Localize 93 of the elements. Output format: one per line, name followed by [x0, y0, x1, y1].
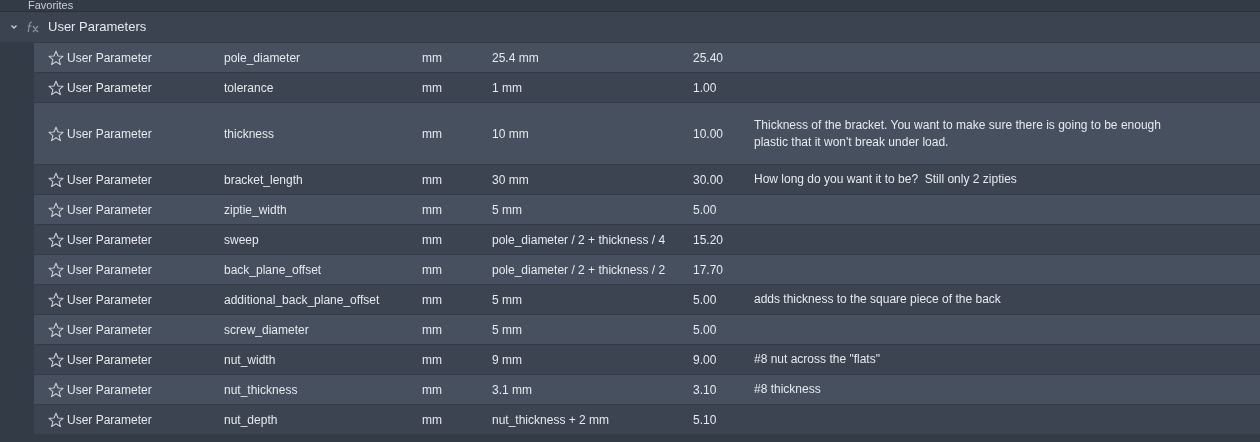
unit-cell-text: mm — [422, 49, 442, 67]
star-icon[interactable] — [48, 49, 64, 66]
value-cell-text: 5.00 — [693, 321, 717, 339]
parameter-name: pole_diameter — [224, 49, 301, 67]
unit-cell-text: mm — [422, 231, 442, 249]
star-icon[interactable] — [48, 381, 64, 398]
expression-cell-text: 5 mm — [492, 321, 522, 339]
parameter-name: sweep — [224, 231, 259, 249]
star-icon[interactable] — [48, 321, 64, 338]
star-icon[interactable] — [48, 201, 64, 218]
star-icon[interactable] — [48, 231, 64, 248]
unit-cell-text: mm — [422, 321, 442, 339]
parameter-type: User Parameter — [67, 125, 152, 143]
star-icon[interactable] — [48, 79, 64, 96]
value-cell-text: 25.40 — [693, 49, 724, 67]
unit-cell-text: mm — [422, 171, 442, 189]
parameter-type: User Parameter — [67, 261, 152, 279]
parameter-row[interactable]: User Parameter ziptie_width mm 5 mm 5.00 — [34, 194, 1260, 224]
parameter-type: User Parameter — [67, 201, 152, 219]
parameter-row[interactable]: User Parameter thickness mm 10 mm 10.00 Thickness of the bracket. You want to make sure there is going to be enough plastic that it won't break under load. — [34, 102, 1260, 164]
parameter-type: User Parameter — [67, 321, 152, 339]
parameter-row[interactable]: User Parameter nut_width mm 9 mm 9.00 #8 nut across the "flats" — [34, 344, 1260, 374]
value-cell-text: 10.00 — [693, 125, 724, 143]
unit-cell-text: mm — [422, 411, 442, 429]
parameter-row[interactable]: User Parameter nut_thickness mm 3.1 mm 3.10 #8 thickness — [34, 374, 1260, 404]
value-cell-text: 3.10 — [693, 381, 717, 399]
parameter-name: nut_width — [224, 351, 276, 369]
comment-text: Thickness of the bracket. You want to make sure there is going to be enough plastic that it won't break under load. — [754, 116, 1162, 151]
star-icon[interactable] — [48, 411, 64, 428]
parameter-name: nut_thickness — [224, 381, 298, 399]
unit-cell-text: mm — [422, 381, 442, 399]
parameter-row[interactable]: User Parameter screw_diameter mm 5 mm 5.00 — [34, 314, 1260, 344]
expression-cell-text: 1 mm — [492, 79, 522, 97]
expression-cell-text: pole_diameter / 2 + thickness / 4 — [492, 231, 666, 249]
parameter-name: additional_back_plane_offset — [224, 291, 380, 309]
parameter-type: User Parameter — [67, 79, 152, 97]
star-icon[interactable] — [48, 261, 64, 278]
parameter-row[interactable]: User Parameter bracket_length mm 30 mm 30.00 How long do you want it to be? Still only 2 zipties — [34, 164, 1260, 194]
parameter-type: User Parameter — [67, 381, 152, 399]
unit-cell-text: mm — [422, 291, 442, 309]
parameter-type: User Parameter — [67, 171, 152, 189]
value-cell-text: 17.70 — [693, 261, 724, 279]
expression-cell-text: 10 mm — [492, 125, 529, 143]
parameter-type: User Parameter — [67, 49, 152, 67]
parameter-name: screw_diameter — [224, 321, 309, 339]
value-cell-text: 9.00 — [693, 351, 717, 369]
expression-cell-text: 30 mm — [492, 171, 529, 189]
parameter-type: User Parameter — [67, 411, 152, 429]
star-icon[interactable] — [48, 125, 64, 142]
unit-cell-text: mm — [422, 201, 442, 219]
expression-cell-text: 5 mm — [492, 291, 522, 309]
expression-cell-text: 5 mm — [492, 201, 522, 219]
value-cell-text: 1.00 — [693, 79, 717, 97]
value-cell-text: 5.00 — [693, 201, 717, 219]
expression-cell-text: pole_diameter / 2 + thickness / 2 — [492, 261, 666, 279]
unit-cell-text: mm — [422, 125, 442, 143]
parameter-row[interactable]: User Parameter additional_back_plane_offset mm 5 mm 5.00 adds thickness to the square piece of the back — [34, 284, 1260, 314]
parameter-name: nut_depth — [224, 411, 278, 429]
expression-cell-text: 3.1 mm — [492, 381, 532, 399]
parameter-name: ziptie_width — [224, 201, 287, 219]
value-cell-text: 5.10 — [693, 411, 717, 429]
comment-text: adds thickness to the square piece of the back — [754, 291, 1001, 308]
unit-cell-text: mm — [422, 261, 442, 279]
unit-cell-text: mm — [422, 351, 442, 369]
comment-text: #8 nut across the "flats" — [754, 351, 880, 368]
expression-cell-text: 9 mm — [492, 351, 522, 369]
expression-cell-text: 25.4 mm — [492, 49, 539, 67]
value-cell-text: 15.20 — [693, 231, 724, 249]
function-icon — [26, 21, 40, 33]
star-icon[interactable] — [48, 171, 64, 188]
value-cell-text: 30.00 — [693, 171, 724, 189]
parameter-type: User Parameter — [67, 231, 152, 249]
parameter-row[interactable]: User Parameter sweep mm pole_diameter / 2 + thickness / 4 15.20 — [34, 224, 1260, 254]
unit-cell-text: mm — [422, 79, 442, 97]
comment-text: #8 thickness — [754, 381, 821, 398]
star-icon[interactable] — [48, 291, 64, 308]
parameter-row[interactable]: User Parameter back_plane_offset mm pole_diameter / 2 + thickness / 2 17.70 — [34, 254, 1260, 284]
chevron-icon[interactable] — [10, 23, 18, 31]
parameter-name: back_plane_offset — [224, 261, 322, 279]
favorites-label: Favorites — [28, 0, 74, 11]
comment-text: How long do you want it to be? Still only 2 zipties — [754, 171, 1017, 188]
group-title: User Parameters — [48, 18, 147, 37]
value-cell-text: 5.00 — [693, 291, 717, 309]
parameter-type: User Parameter — [67, 351, 152, 369]
parameter-row[interactable]: User Parameter nut_depth mm nut_thickness + 2 mm 5.10 — [34, 404, 1260, 434]
parameter-type: User Parameter — [67, 291, 152, 309]
star-icon[interactable] — [48, 351, 64, 368]
parameter-name: bracket_length — [224, 171, 303, 189]
parameter-name: thickness — [224, 125, 275, 143]
parameter-row[interactable]: User Parameter pole_diameter mm 25.4 mm 25.40 — [34, 42, 1260, 72]
expression-cell-text: nut_thickness + 2 mm — [492, 411, 610, 429]
parameter-name: tolerance — [224, 79, 274, 97]
parameter-row[interactable]: User Parameter tolerance mm 1 mm 1.00 — [34, 72, 1260, 102]
